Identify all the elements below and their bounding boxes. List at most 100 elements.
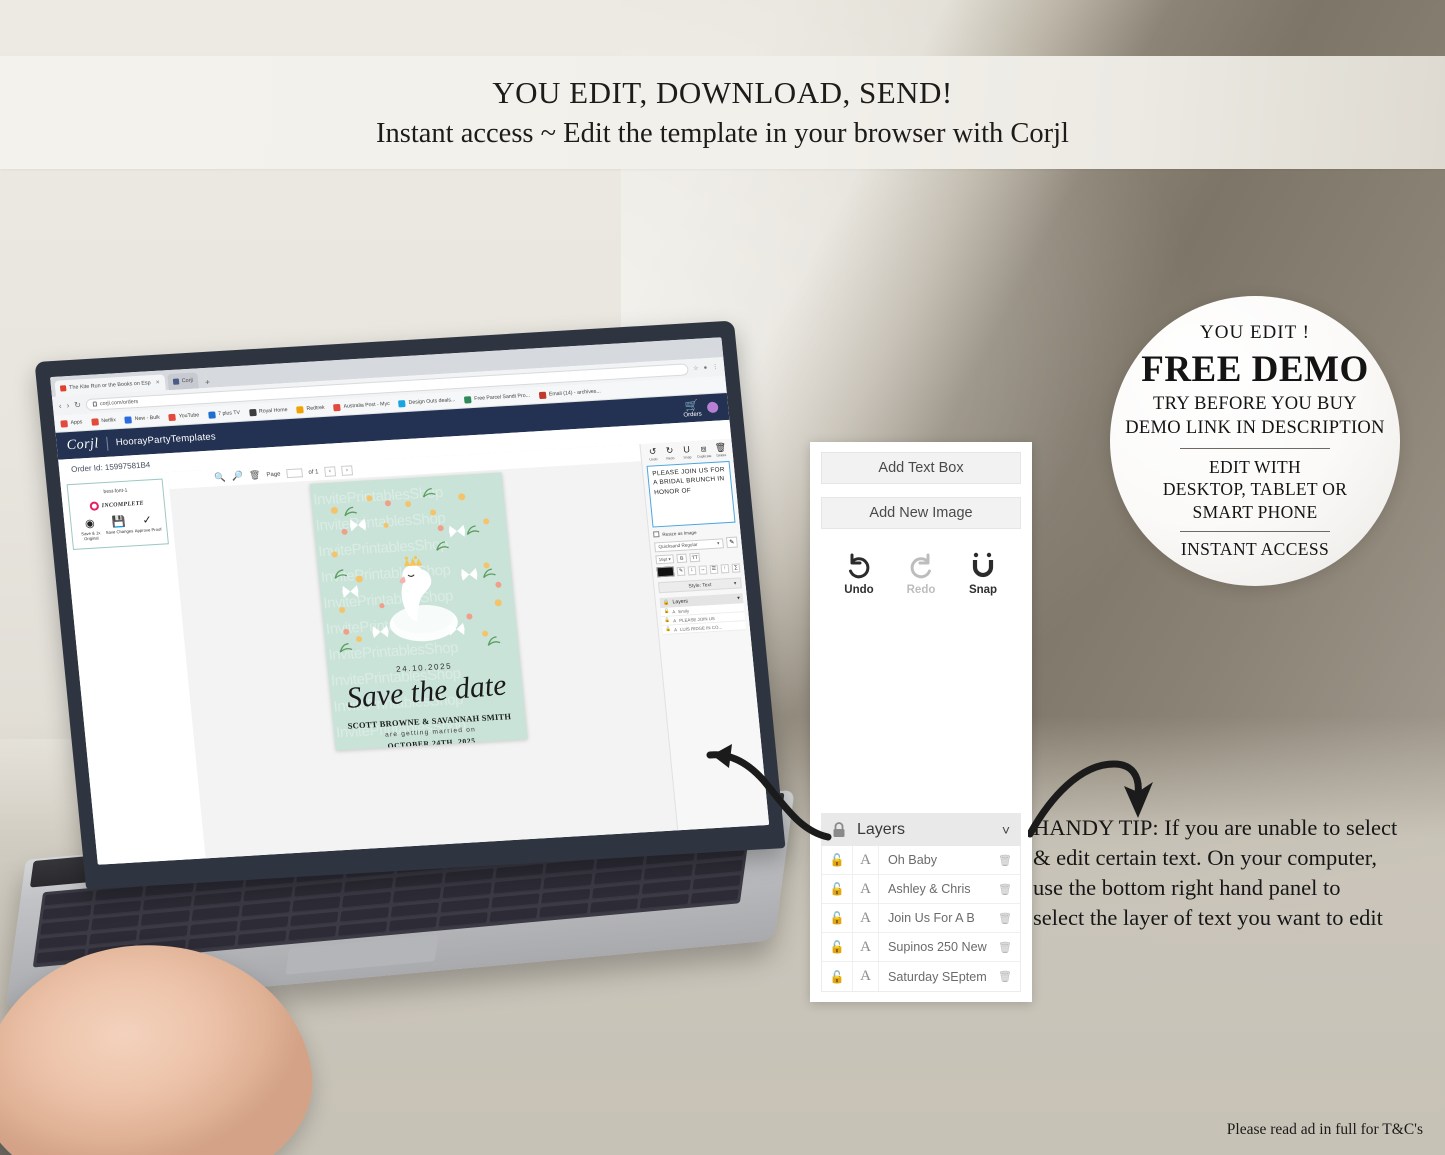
delete-button[interactable]: 🗑 Delete <box>713 442 729 458</box>
lock-open-icon[interactable]: 🔓 <box>822 882 852 896</box>
tool-label: Redo <box>666 456 675 461</box>
undo-button[interactable]: ↺ Undo <box>645 446 661 462</box>
style-dropdown[interactable]: Style: Text ▾ <box>657 577 742 594</box>
bookmark-item[interactable]: New - Bulk <box>124 414 160 424</box>
font-size-select[interactable]: 16pt ▾ <box>655 554 675 565</box>
lock-open-icon[interactable]: 🔓 <box>822 911 852 925</box>
line-height-icon[interactable]: ↕ <box>687 565 697 575</box>
snap-button[interactable]: Snap <box>963 552 1003 596</box>
badge-mid-2: DESKTOP, TABLET OR <box>1162 479 1348 500</box>
bookmark-item[interactable]: Royal Home <box>248 407 288 416</box>
resize-as-image-row[interactable]: Resize as Image <box>652 527 737 538</box>
font-preview-icon[interactable]: ✎ <box>725 536 738 549</box>
table-row[interactable]: 🔓 A Supinos 250 New 🗑 <box>822 932 1020 962</box>
browser-tab-title: The Kite Run or the Books on Esp <box>68 380 151 391</box>
trash-icon[interactable]: 🗑 <box>990 941 1020 954</box>
browser-tab-title: Corjl <box>181 377 194 385</box>
invitation-card-preview[interactable]: InvitePrintablesShop InvitePrintablesSho… <box>309 472 528 751</box>
redo-button[interactable]: ↻ Redo <box>662 445 678 461</box>
letter-spacing-icon[interactable]: ↔ <box>698 564 708 575</box>
star-icon[interactable]: ☆ <box>693 365 699 372</box>
chevron-down-icon: ▾ <box>737 595 741 602</box>
trash-icon[interactable]: 🗑 <box>990 912 1020 925</box>
tool-label: Duplicate <box>697 453 712 459</box>
trash-icon[interactable]: 🗑 <box>990 970 1020 983</box>
trash-icon[interactable]: 🗑 <box>990 854 1020 867</box>
bookmark-item[interactable]: Free Parcel Sandt Pro... <box>463 392 530 404</box>
bold-icon[interactable]: B <box>676 553 688 564</box>
bookmark-item[interactable]: Apps <box>60 419 83 428</box>
browser-tab-1[interactable]: Corjl <box>167 372 199 391</box>
design-thumbnail-card[interactable]: best-font-1 INCOMPLETE ◉ Save & 1x Origi… <box>66 478 169 550</box>
table-row[interactable]: 🔓 A Saturday SEptem 🗑 <box>822 962 1020 991</box>
lock-open-icon[interactable]: 🔓 <box>822 853 852 867</box>
page-input[interactable] <box>286 468 303 479</box>
add-new-image-button[interactable]: Add New Image <box>821 497 1021 529</box>
trash-icon[interactable]: 🗑 <box>990 883 1020 896</box>
save-original-button[interactable]: ◉ Save & 1x Original <box>75 518 106 542</box>
layers-panel-header[interactable]: Layers ˅ <box>821 813 1021 846</box>
lock-open-icon[interactable]: 🔓 <box>822 970 852 984</box>
bookmark-item[interactable]: Redtrek <box>296 404 325 414</box>
undo-label: Undo <box>844 584 874 596</box>
lock-open-icon: 🔓 <box>665 626 672 632</box>
table-row[interactable]: 🔓 A Oh Baby 🗑 <box>822 845 1020 875</box>
reload-icon[interactable]: ↻ <box>74 400 82 409</box>
undo-button[interactable]: Undo <box>839 552 879 596</box>
lock-closed-icon <box>833 821 845 837</box>
eyedropper-icon[interactable]: ✎ <box>676 566 686 576</box>
fineprint-text: Please read ad in full for T&C's <box>1226 1121 1423 1138</box>
bookmark-item[interactable]: Design Outs deals... <box>398 397 456 407</box>
profile-icon[interactable]: ● <box>703 365 707 371</box>
back-icon[interactable]: ‹ <box>58 401 62 410</box>
save-changes-button[interactable]: 💾 Save Changes <box>104 516 135 540</box>
tool-label: Delete <box>716 453 727 458</box>
cart-icon[interactable]: 🛒 <box>684 399 699 413</box>
tool-label: Snap <box>683 455 692 460</box>
vertical-align-icon[interactable]: ↑ <box>720 563 730 573</box>
font-family-select[interactable]: Quicksand Regular ▾ <box>654 537 724 552</box>
approve-proof-button[interactable]: ✓ Approve Proof <box>132 514 163 539</box>
color-swatch[interactable] <box>656 566 675 578</box>
table-row[interactable]: 🔓 A Ashley & Chris 🗑 <box>822 874 1020 904</box>
new-tab-button[interactable]: + <box>201 377 215 388</box>
table-row[interactable]: 🔓 A Join Us For A B 🗑 <box>822 903 1020 933</box>
checkbox[interactable] <box>652 531 660 538</box>
favicon-blue <box>172 378 180 385</box>
redo-button[interactable]: Redo <box>901 552 941 596</box>
prev-page-button[interactable]: ‹ <box>323 465 336 477</box>
forward-icon[interactable]: › <box>66 401 70 410</box>
align-icon[interactable]: ☰ <box>709 564 719 574</box>
snap-button[interactable]: U Snap <box>679 444 695 460</box>
trash-icon[interactable]: 🗑 <box>249 470 261 482</box>
redo-label: Redo <box>906 584 936 596</box>
italic-icon[interactable]: TT <box>689 552 701 563</box>
bookmark-favicon <box>333 403 341 411</box>
close-icon[interactable]: ✕ <box>155 380 160 386</box>
bookmark-item[interactable]: Email (14) - archives... <box>538 388 602 399</box>
bookmark-item[interactable]: Australia Post - Myc <box>333 401 390 411</box>
zoom-in-icon[interactable]: 🔍 <box>214 472 226 484</box>
duplicate-button[interactable]: ⧈ Duplicate <box>696 443 712 459</box>
lock-open-icon[interactable]: 🔓 <box>822 940 852 954</box>
redo-icon: ↻ <box>665 445 674 456</box>
text-layer-icon: A <box>852 874 879 904</box>
chevron-down-icon[interactable]: ˅ <box>1002 822 1010 838</box>
avatar[interactable] <box>706 401 719 414</box>
mini-layer-label: PLEASE JOIN US <box>678 615 715 623</box>
menu-icon[interactable]: ⋮ <box>712 363 719 370</box>
next-page-button[interactable]: › <box>340 464 353 476</box>
bookmark-item[interactable]: 7 plus TV <box>207 409 240 419</box>
zoom-out-icon[interactable]: 🔎 <box>231 471 243 483</box>
bookmark-item[interactable]: YouTube <box>168 412 200 421</box>
chevron-down-icon: ▾ <box>733 580 737 587</box>
curve-text-icon[interactable]: ∑ <box>731 562 741 573</box>
layer-label: Join Us For A B <box>888 911 975 925</box>
text-editor-field[interactable]: PLEASE JOIN US FOR A BRIDAL BRUNCH IN HO… <box>646 460 736 528</box>
bookmark-item[interactable]: Netflix <box>91 417 116 426</box>
corjl-logo[interactable]: Corjl <box>66 436 100 454</box>
add-text-box-button[interactable]: Add Text Box <box>821 452 1021 484</box>
laptop-lid: The Kite Run or the Books on Esp ✕ Corjl… <box>34 320 786 890</box>
text-layer-icon: A <box>672 617 677 623</box>
panel-spacer <box>821 596 1021 813</box>
